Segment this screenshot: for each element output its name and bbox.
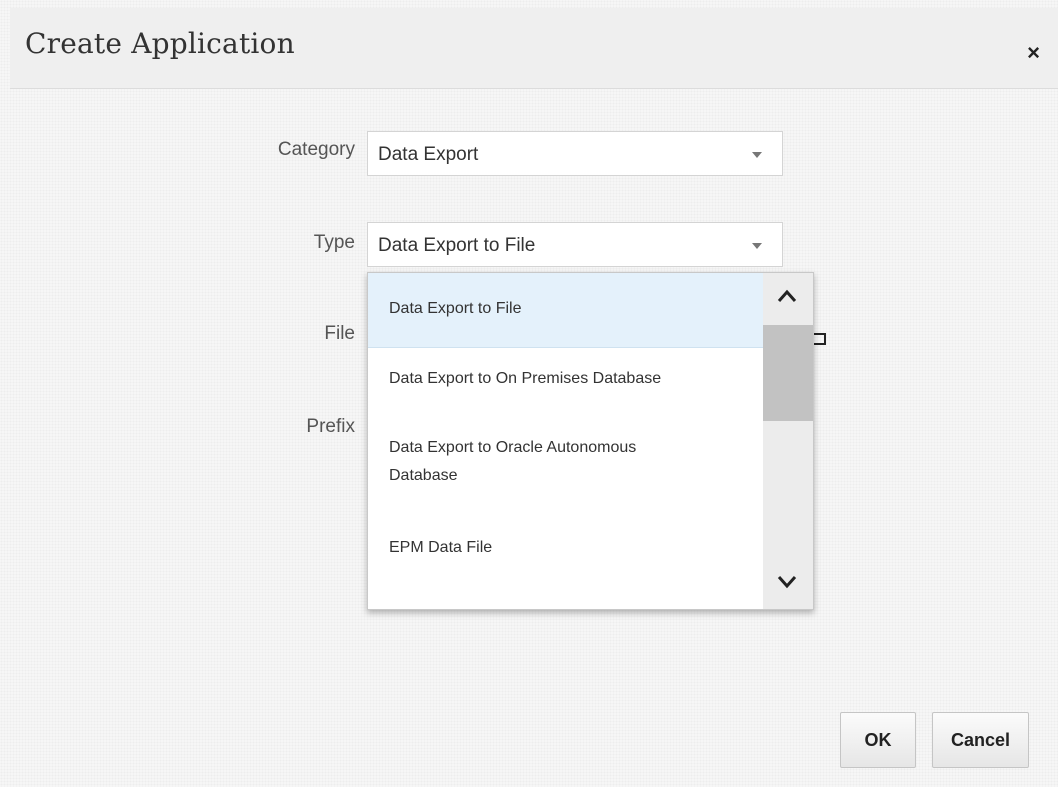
file-label: File [324,323,355,344]
scroll-up-button[interactable] [763,273,813,323]
cancel-button[interactable]: Cancel [932,712,1029,768]
type-dropdown-list: Data Export to File Data Export to On Pr… [367,272,814,610]
create-application-dialog: Create Application × Category Data Expor… [0,0,1058,787]
prefix-label: Prefix [306,416,355,437]
dropdown-option[interactable]: EPM Data File [368,536,763,560]
ok-button[interactable]: OK [840,712,916,768]
category-value: Data Export [378,144,479,165]
dropdown-scrollbar[interactable] [763,273,813,609]
type-select[interactable]: Data Export to File [367,222,783,267]
dropdown-option[interactable]: Data Export to Oracle Autonomous [368,436,763,460]
scroll-thumb[interactable] [763,325,813,421]
dialog-title: Create Application [25,27,295,60]
chevron-down-icon [777,576,797,589]
chevron-up-icon [777,289,797,302]
close-icon[interactable]: × [1027,42,1040,64]
dropdown-option[interactable]: Data Export to On Premises Database [368,367,763,391]
folder-icon[interactable] [812,333,826,345]
dialog-header: Create Application × [10,8,1058,89]
type-label: Type [313,232,355,253]
type-value: Data Export to File [378,235,536,256]
dropdown-option-continued[interactable]: Database [368,464,763,488]
caret-down-icon [752,152,762,158]
dropdown-option[interactable]: Data Export to File [368,273,763,348]
category-select[interactable]: Data Export [367,131,783,176]
category-label: Category [277,139,355,160]
caret-down-icon [752,243,762,249]
scroll-down-button[interactable] [763,559,813,609]
